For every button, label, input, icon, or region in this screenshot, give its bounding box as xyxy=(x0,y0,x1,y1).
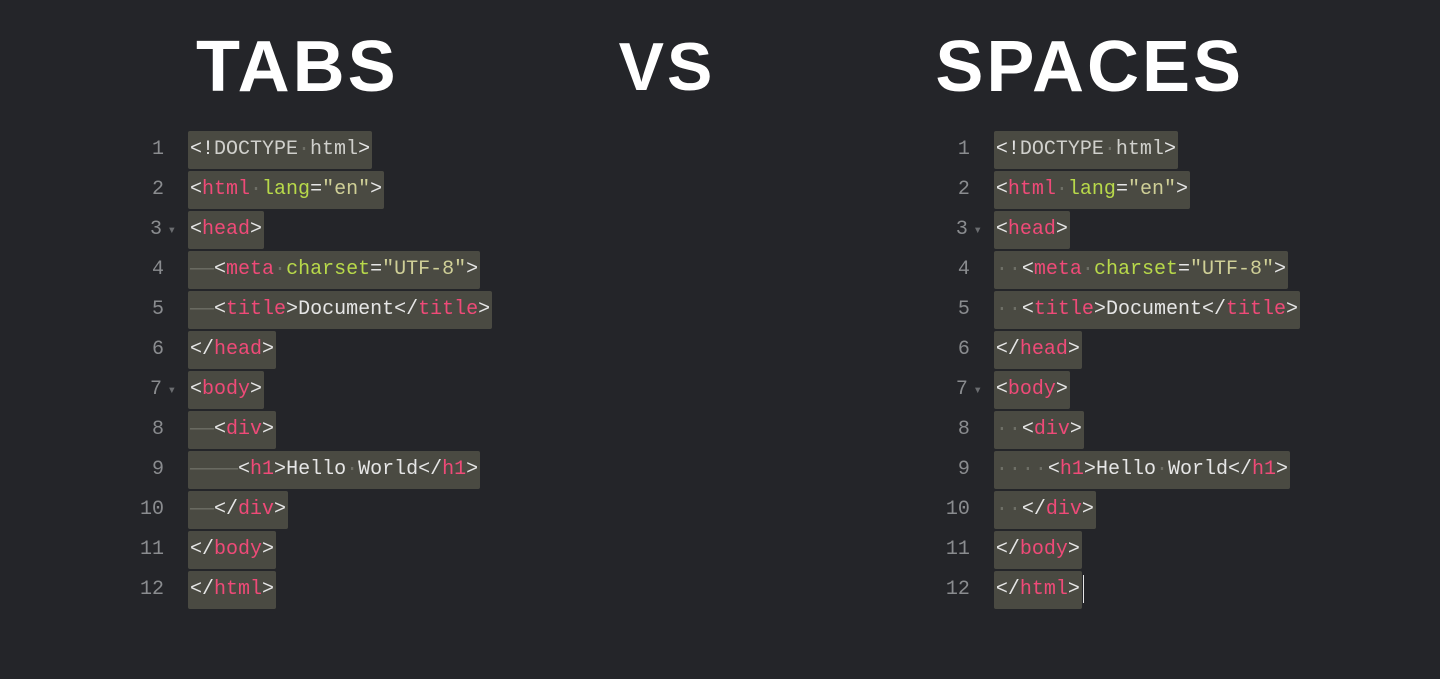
title-tabs: TABS xyxy=(196,26,399,108)
code-line: ——<div> xyxy=(188,410,492,450)
linenum: 6 xyxy=(946,330,990,370)
code-line: ——</div> xyxy=(188,490,492,530)
code-line: ····<h1>Hello·World</h1> xyxy=(994,450,1300,490)
panel-spaces: 1 2 3▾ 4 5 6 7▾ 8 9 10 11 12 <!DOCTYPE·h… xyxy=(946,130,1300,610)
code-line: </head> xyxy=(994,330,1300,370)
code-line: </body> xyxy=(994,530,1300,570)
title-vs: VS xyxy=(619,28,716,106)
linenum: 3▾ xyxy=(140,210,184,250)
linenum: 6 xyxy=(140,330,184,370)
code-line: <body> xyxy=(994,370,1300,410)
linenum: 8 xyxy=(946,410,990,450)
fold-icon[interactable]: ▾ xyxy=(970,371,982,411)
linenum: 9 xyxy=(140,450,184,490)
code-line: </head> xyxy=(188,330,492,370)
linenum: 4 xyxy=(140,250,184,290)
linenum: 1 xyxy=(946,130,990,170)
linenum: 3▾ xyxy=(946,210,990,250)
code-line: ——<meta·charset="UTF-8"> xyxy=(188,250,492,290)
code-line: </body> xyxy=(188,530,492,570)
code-line: ··<meta·charset="UTF-8"> xyxy=(994,250,1300,290)
code-line: ··</div> xyxy=(994,490,1300,530)
code-line: </html> xyxy=(994,570,1300,610)
code-line: <body> xyxy=(188,370,492,410)
fold-icon[interactable]: ▾ xyxy=(164,371,176,411)
code-line: <html·lang="en"> xyxy=(994,170,1300,210)
linenum: 11 xyxy=(140,530,184,570)
cursor xyxy=(1083,575,1084,603)
title-spaces: SPACES xyxy=(935,26,1244,108)
fold-icon[interactable]: ▾ xyxy=(970,211,982,251)
linenum: 1 xyxy=(140,130,184,170)
code-line: ··<title>Document</title> xyxy=(994,290,1300,330)
linenum: 12 xyxy=(140,570,184,610)
code-line: <head> xyxy=(994,210,1300,250)
code-line: <html·lang="en"> xyxy=(188,170,492,210)
code-tabs: <!DOCTYPE·html> <html·lang="en"> <head> … xyxy=(184,130,492,610)
linenum: 10 xyxy=(946,490,990,530)
title-row: TABS VS SPACES xyxy=(0,26,1440,108)
code-line: <head> xyxy=(188,210,492,250)
code-line: ——<title>Document</title> xyxy=(188,290,492,330)
panel-tabs: 1 2 3▾ 4 5 6 7▾ 8 9 10 11 12 <!DOCTYPE·h… xyxy=(140,130,492,610)
code-line: ————<h1>Hello·World</h1> xyxy=(188,450,492,490)
linenum: 5 xyxy=(140,290,184,330)
linenum: 2 xyxy=(946,170,990,210)
code-spaces: <!DOCTYPE·html> <html·lang="en"> <head> … xyxy=(990,130,1300,610)
gutter-spaces: 1 2 3▾ 4 5 6 7▾ 8 9 10 11 12 xyxy=(946,130,990,610)
linenum: 4 xyxy=(946,250,990,290)
code-line: <!DOCTYPE·html> xyxy=(188,130,492,170)
fold-icon[interactable]: ▾ xyxy=(164,211,176,251)
panels: 1 2 3▾ 4 5 6 7▾ 8 9 10 11 12 <!DOCTYPE·h… xyxy=(140,130,1300,610)
linenum: 10 xyxy=(140,490,184,530)
linenum: 11 xyxy=(946,530,990,570)
linenum: 8 xyxy=(140,410,184,450)
linenum: 9 xyxy=(946,450,990,490)
linenum: 5 xyxy=(946,290,990,330)
gutter-tabs: 1 2 3▾ 4 5 6 7▾ 8 9 10 11 12 xyxy=(140,130,184,610)
linenum: 7▾ xyxy=(946,370,990,410)
linenum: 12 xyxy=(946,570,990,610)
linenum: 2 xyxy=(140,170,184,210)
code-line: <!DOCTYPE·html> xyxy=(994,130,1300,170)
code-line: ··<div> xyxy=(994,410,1300,450)
linenum: 7▾ xyxy=(140,370,184,410)
code-line: </html> xyxy=(188,570,492,610)
